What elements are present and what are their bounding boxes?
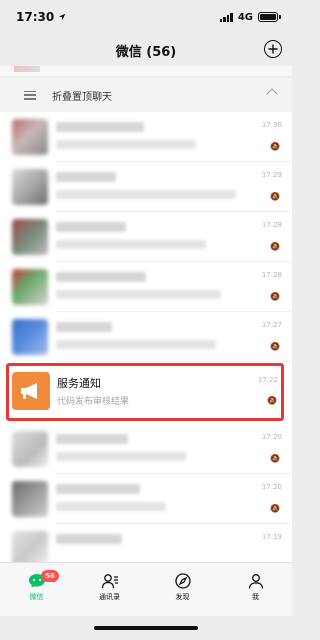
avatar xyxy=(12,531,48,562)
chat-name-obscured xyxy=(56,222,126,232)
folded-pinned-chats[interactable]: 折叠置顶聊天 xyxy=(0,78,292,112)
chat-time: 17:30 xyxy=(261,121,282,129)
mute-bell-icon: 🔕 xyxy=(270,192,280,201)
chat-name-obscured xyxy=(56,434,128,444)
list-icon xyxy=(24,90,36,100)
folded-pinned-label: 折叠置顶聊天 xyxy=(52,91,112,103)
tab-discover[interactable]: 发现 xyxy=(146,563,219,616)
battery-icon xyxy=(258,12,281,22)
mute-bell-icon: 🔕 xyxy=(267,396,277,405)
status-bar: 17:30 4G xyxy=(0,0,292,34)
status-time: 17:30 xyxy=(16,10,55,24)
chat-name-obscured xyxy=(56,172,116,182)
mute-bell-icon: 🔕 xyxy=(270,292,280,301)
avatar xyxy=(12,319,48,355)
mute-bell-icon: 🔕 xyxy=(270,454,280,463)
avatar xyxy=(12,219,48,255)
chat-list-item[interactable]: 17:28 🔕 xyxy=(0,212,292,262)
chat-message-obscured xyxy=(56,290,221,299)
chat-message-obscured xyxy=(56,452,186,461)
tab-label: 微信 xyxy=(29,593,44,601)
avatar xyxy=(12,269,48,305)
chat-name-obscured xyxy=(56,322,112,332)
chat-list-item[interactable]: 17:20 🔕 xyxy=(0,474,292,524)
avatar xyxy=(12,431,48,467)
cellular-signal-icon xyxy=(219,12,233,22)
chat-message-obscured xyxy=(56,140,196,149)
chat-time: 17:22 xyxy=(257,376,278,384)
page-title: 微信 (56) xyxy=(115,44,177,60)
chat-name-obscured xyxy=(56,534,122,544)
chat-item-service-notification[interactable]: 服务通知 代码发布审核结果 17:22 🔕 xyxy=(6,363,284,421)
location-arrow-icon xyxy=(59,13,66,21)
tab-label: 通讯录 xyxy=(99,593,120,601)
chat-list-item[interactable]: 17:27 🔕 xyxy=(0,312,292,362)
plus-circle-icon[interactable] xyxy=(264,40,282,58)
megaphone-shape xyxy=(21,383,37,399)
unread-badge: 56 xyxy=(41,570,59,582)
chat-time: 17:28 xyxy=(261,271,282,279)
chat-time: 17:28 xyxy=(261,221,282,229)
chat-list: 17:30 🔕 17:29 🔕 17:28 🔕 17:28 🔕 17:27 🔕 xyxy=(0,112,292,562)
tab-label: 我 xyxy=(252,593,259,601)
home-indicator[interactable] xyxy=(94,626,198,630)
chat-message-obscured xyxy=(56,240,206,249)
tab-bar: 微信 56 通讯录 发现 我 xyxy=(0,562,292,616)
chat-list-item[interactable]: 17:29 🔕 xyxy=(0,162,292,212)
tab-chats[interactable]: 微信 56 xyxy=(0,563,73,616)
chat-list-item[interactable]: 17:28 🔕 xyxy=(0,262,292,312)
chat-list-item[interactable]: 17:19 xyxy=(0,524,292,562)
pinned-chat-partial[interactable] xyxy=(0,66,292,76)
mute-bell-icon: 🔕 xyxy=(270,242,280,251)
compass-icon xyxy=(174,573,191,589)
title-bar: 微信 (56) xyxy=(0,34,292,66)
contacts-icon xyxy=(101,574,118,589)
mute-bell-icon: 🔕 xyxy=(270,142,280,151)
chat-time: 17:29 xyxy=(261,171,282,179)
chat-list-item[interactable]: 17:30 🔕 xyxy=(0,112,292,162)
avatar xyxy=(12,169,48,205)
mute-bell-icon: 🔕 xyxy=(270,504,280,513)
chat-message: 代码发布审核结果 xyxy=(57,397,130,407)
chat-name: 服务通知 xyxy=(57,377,101,390)
chat-message-obscured xyxy=(56,502,166,511)
chat-time: 17:20 xyxy=(261,483,282,491)
tab-me[interactable]: 我 xyxy=(219,563,292,616)
plus-icon xyxy=(268,44,278,54)
tab-label: 发现 xyxy=(175,593,190,601)
chat-time: 17:27 xyxy=(261,321,282,329)
chat-message-obscured xyxy=(56,340,216,349)
chat-time: 17:20 xyxy=(261,433,282,441)
chat-message-obscured xyxy=(56,190,236,199)
status-time-group: 17:30 xyxy=(16,10,66,24)
chat-time: 17:19 xyxy=(261,533,282,541)
avatar xyxy=(12,119,48,155)
network-type: 4G xyxy=(237,11,253,23)
status-right: 4G xyxy=(219,11,281,23)
megaphone-icon xyxy=(12,372,50,410)
chat-name-obscured xyxy=(56,272,146,282)
chevron-up-icon[interactable] xyxy=(266,88,278,100)
chat-name-obscured xyxy=(56,122,144,132)
avatar xyxy=(12,481,48,517)
chat-list-item[interactable]: 17:20 🔕 xyxy=(0,424,292,474)
tab-contacts[interactable]: 通讯录 xyxy=(73,563,146,616)
person-icon xyxy=(248,574,263,589)
chat-name-obscured xyxy=(56,484,140,494)
mute-bell-icon: 🔕 xyxy=(270,342,280,351)
